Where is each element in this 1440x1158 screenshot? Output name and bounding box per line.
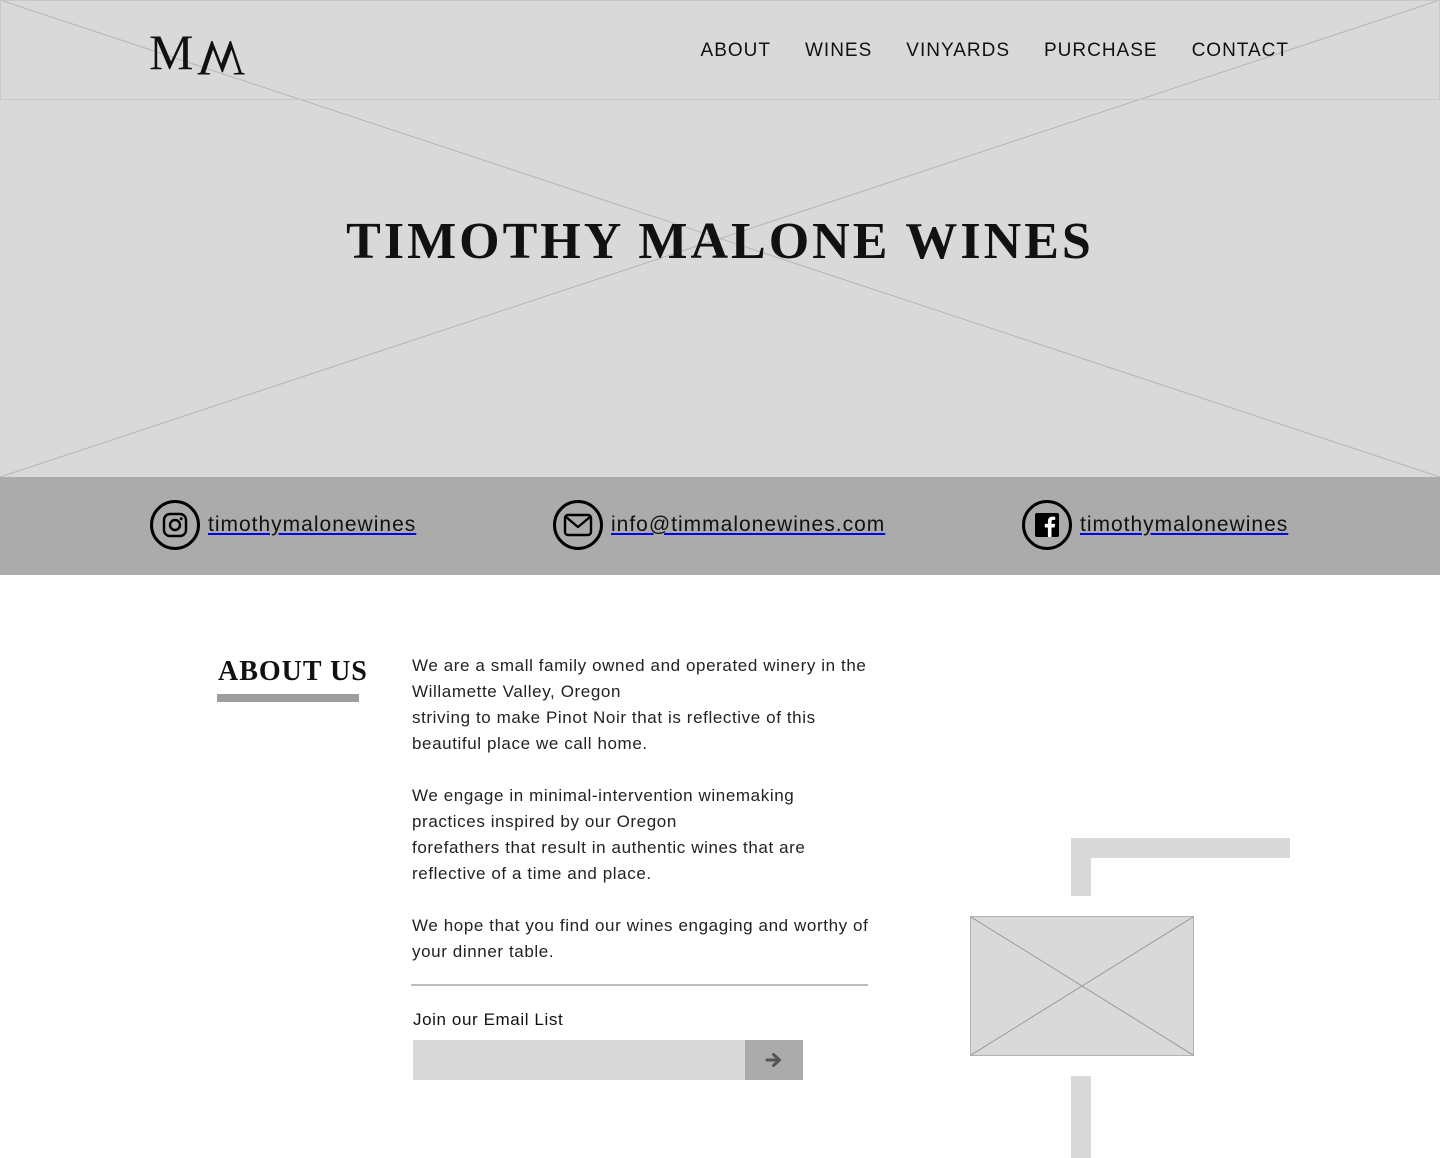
mail-icon bbox=[553, 500, 603, 550]
main-nav: ABOUT WINES VINYARDS PURCHASE CONTACT bbox=[667, 39, 1289, 63]
facebook-link[interactable]: timothymalonewines bbox=[1022, 500, 1288, 550]
decorative-bar-vertical bbox=[1071, 838, 1091, 896]
contact-bar: timothymalonewines info@timmalonewines.c… bbox=[0, 477, 1440, 575]
section-divider bbox=[411, 984, 868, 986]
email-signup-input[interactable] bbox=[413, 1040, 745, 1080]
arrow-right-icon bbox=[765, 1053, 781, 1067]
about-heading: ABOUT US bbox=[218, 656, 368, 687]
about-line: striving to make Pinot Noir that is refl… bbox=[412, 708, 816, 753]
decorative-bar-bottom bbox=[1071, 1076, 1091, 1158]
email-list-label: Join our Email List bbox=[413, 1010, 564, 1029]
about-line: We are a small family owned and operated… bbox=[412, 656, 867, 701]
about-body: We are a small family owned and operated… bbox=[412, 653, 872, 965]
instagram-link[interactable]: timothymalonewines bbox=[150, 500, 416, 550]
site-header: MW ABOUT WINES VINYARDS PURCHASE CONTACT bbox=[0, 0, 1440, 100]
about-heading-underline bbox=[217, 694, 359, 702]
instagram-handle: timothymalonewines bbox=[208, 513, 417, 536]
image-placeholder bbox=[970, 916, 1194, 1056]
email-address: info@timmalonewines.com bbox=[611, 513, 886, 536]
decorative-bar-top bbox=[1071, 838, 1290, 858]
nav-wines[interactable]: WINES bbox=[805, 39, 872, 63]
about-line: forefathers that result in authentic win… bbox=[412, 838, 806, 883]
email-submit-button[interactable] bbox=[745, 1040, 803, 1080]
image-placeholder-cross bbox=[970, 916, 1194, 1056]
about-line: We engage in minimal-intervention winema… bbox=[412, 786, 795, 831]
logo-letter-m: M bbox=[149, 24, 198, 80]
instagram-icon bbox=[150, 500, 200, 550]
site-logo[interactable]: MW bbox=[149, 23, 249, 87]
facebook-handle: timothymalonewines bbox=[1080, 513, 1289, 536]
nav-about[interactable]: ABOUT bbox=[701, 39, 771, 63]
about-line: We hope that you find our wines engaging… bbox=[412, 916, 869, 961]
hero-title: TIMOTHY MALONE WINES bbox=[346, 213, 1094, 270]
email-link[interactable]: info@timmalonewines.com bbox=[553, 500, 885, 550]
nav-vinyards[interactable]: VINYARDS bbox=[906, 39, 1010, 63]
hero-section: MW ABOUT WINES VINYARDS PURCHASE CONTACT… bbox=[0, 0, 1440, 477]
nav-purchase[interactable]: PURCHASE bbox=[1044, 39, 1158, 63]
logo-letter-w: W bbox=[197, 30, 249, 87]
facebook-icon bbox=[1022, 500, 1072, 550]
nav-contact[interactable]: CONTACT bbox=[1192, 39, 1289, 63]
